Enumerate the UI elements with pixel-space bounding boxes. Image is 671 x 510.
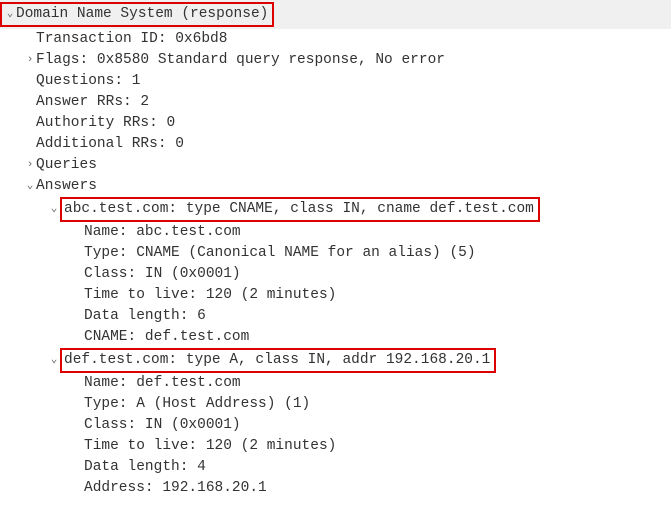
chevron-right-icon[interactable]: ›: [24, 53, 36, 69]
chevron-down-icon[interactable]: ⌄: [4, 7, 16, 23]
highlight-box-answer-2: def.test.com: type A, class IN, addr 192…: [60, 348, 496, 373]
answer-2-address[interactable]: Address: 192.168.20.1: [0, 478, 671, 499]
section-answers[interactable]: ⌄ Answers: [0, 176, 671, 197]
field-answer-rrs[interactable]: Answer RRs: 2: [0, 92, 671, 113]
answer-1-name[interactable]: Name: abc.test.com: [0, 222, 671, 243]
field-label: Name: def.test.com: [84, 373, 241, 394]
section-label: Queries: [36, 155, 97, 176]
dns-tree: ⌄ Domain Name System (response) Transact…: [0, 0, 671, 499]
answer-1-datalen[interactable]: Data length: 6: [0, 306, 671, 327]
answer-1-type[interactable]: Type: CNAME (Canonical NAME for an alias…: [0, 243, 671, 264]
field-label: CNAME: def.test.com: [84, 327, 249, 348]
field-label: Data length: 4: [84, 457, 206, 478]
highlight-box-answer-1: abc.test.com: type CNAME, class IN, cnam…: [60, 197, 540, 222]
answer-1-class[interactable]: Class: IN (0x0001): [0, 264, 671, 285]
answer-1-ttl[interactable]: Time to live: 120 (2 minutes): [0, 285, 671, 306]
field-authority-rrs[interactable]: Authority RRs: 0: [0, 113, 671, 134]
field-transaction-id[interactable]: Transaction ID: 0x6bd8: [0, 29, 671, 50]
field-questions[interactable]: Questions: 1: [0, 71, 671, 92]
field-label: Additional RRs: 0: [36, 134, 184, 155]
field-label: Time to live: 120 (2 minutes): [84, 436, 336, 457]
answer-2-type[interactable]: Type: A (Host Address) (1): [0, 394, 671, 415]
answer-2-name[interactable]: Name: def.test.com: [0, 373, 671, 394]
field-label: Type: CNAME (Canonical NAME for an alias…: [84, 243, 476, 264]
field-label: Transaction ID: 0x6bd8: [36, 29, 227, 50]
answer-2-datalen[interactable]: Data length: 4: [0, 457, 671, 478]
dns-header-title: Domain Name System (response): [16, 4, 268, 25]
highlight-box-header: ⌄ Domain Name System (response): [0, 2, 274, 27]
field-label: Class: IN (0x0001): [84, 415, 241, 436]
answer-1-cname[interactable]: CNAME: def.test.com: [0, 327, 671, 348]
answer-summary: def.test.com: type A, class IN, addr 192…: [64, 350, 490, 371]
field-label: Answer RRs: 2: [36, 92, 149, 113]
field-label: Time to live: 120 (2 minutes): [84, 285, 336, 306]
chevron-down-icon[interactable]: ⌄: [48, 202, 60, 218]
field-label: Class: IN (0x0001): [84, 264, 241, 285]
chevron-down-icon[interactable]: ⌄: [48, 353, 60, 369]
field-label: Name: abc.test.com: [84, 222, 241, 243]
answer-2-class[interactable]: Class: IN (0x0001): [0, 415, 671, 436]
answer-2-summary-row[interactable]: ⌄ def.test.com: type A, class IN, addr 1…: [0, 348, 671, 373]
answer-summary: abc.test.com: type CNAME, class IN, cnam…: [64, 199, 534, 220]
section-queries[interactable]: › Queries: [0, 155, 671, 176]
chevron-right-icon[interactable]: ›: [24, 158, 36, 174]
answer-1-summary-row[interactable]: ⌄ abc.test.com: type CNAME, class IN, cn…: [0, 197, 671, 222]
field-additional-rrs[interactable]: Additional RRs: 0: [0, 134, 671, 155]
field-label: Data length: 6: [84, 306, 206, 327]
section-label: Answers: [36, 176, 97, 197]
field-flags[interactable]: › Flags: 0x8580 Standard query response,…: [0, 50, 671, 71]
field-label: Authority RRs: 0: [36, 113, 175, 134]
field-label: Questions: 1: [36, 71, 140, 92]
chevron-down-icon[interactable]: ⌄: [24, 179, 36, 195]
answer-2-ttl[interactable]: Time to live: 120 (2 minutes): [0, 436, 671, 457]
field-label: Address: 192.168.20.1: [84, 478, 267, 499]
field-label: Flags: 0x8580 Standard query response, N…: [36, 50, 445, 71]
dns-header-row[interactable]: ⌄ Domain Name System (response): [0, 0, 671, 29]
field-label: Type: A (Host Address) (1): [84, 394, 310, 415]
